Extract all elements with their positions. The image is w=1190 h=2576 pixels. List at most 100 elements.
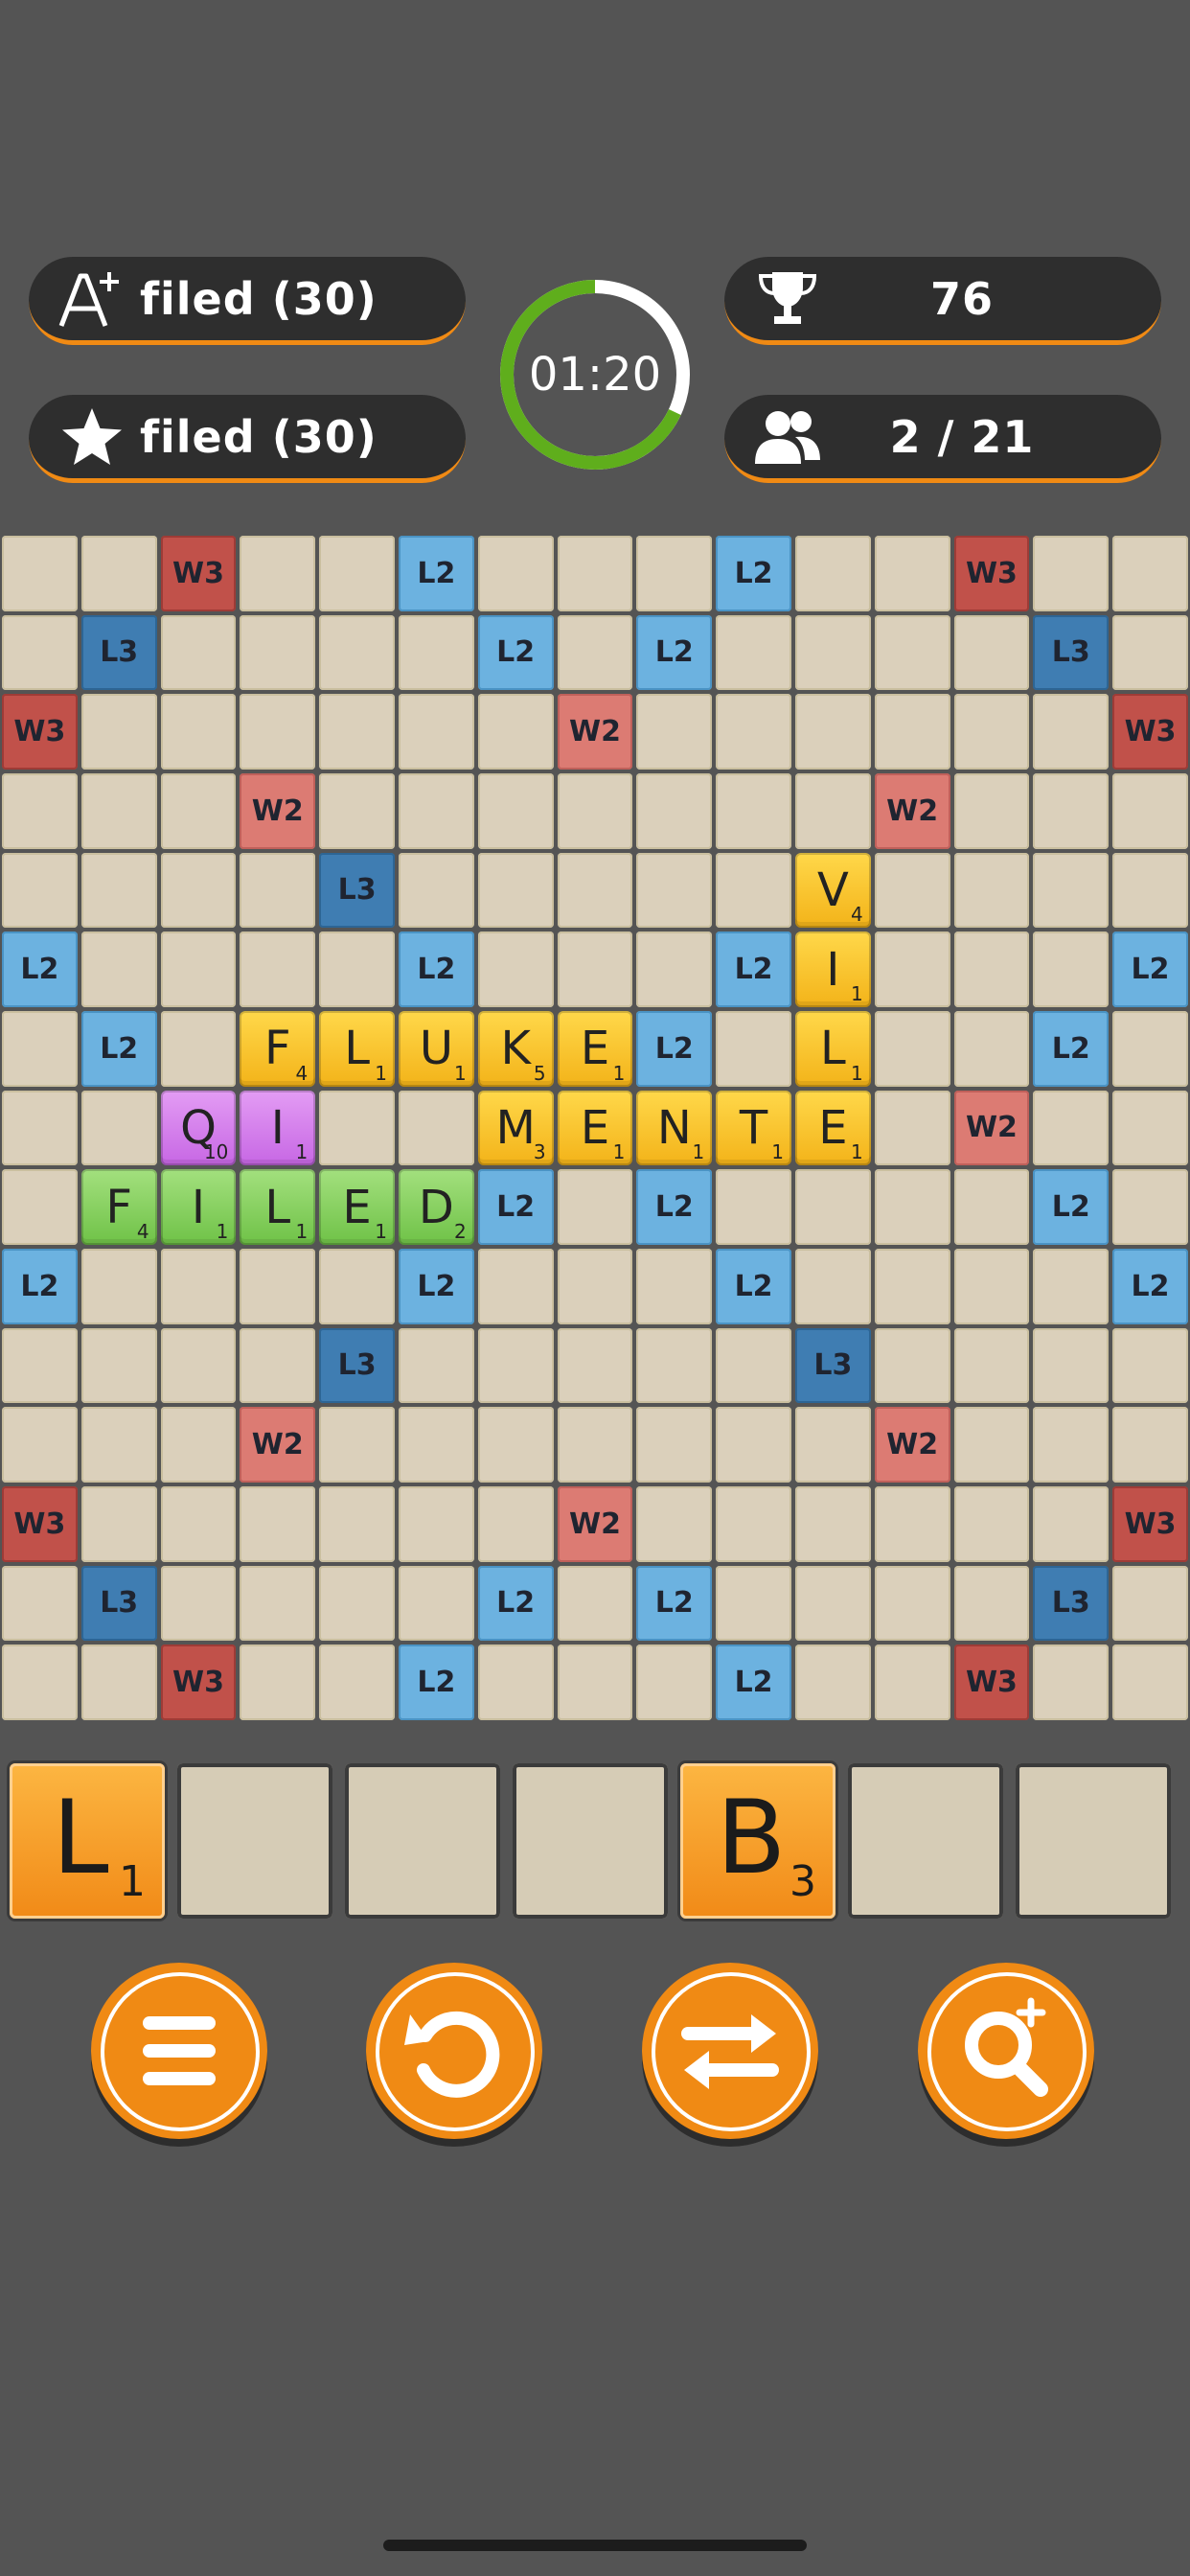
board-square[interactable]: [160, 772, 237, 849]
board-square[interactable]: [80, 1248, 157, 1324]
board-square[interactable]: [398, 1327, 474, 1404]
premium-square-w3[interactable]: W3: [160, 1644, 237, 1720]
board-square[interactable]: [2, 1090, 78, 1166]
premium-square-l2[interactable]: L2: [2, 1248, 78, 1324]
board-square[interactable]: [477, 772, 554, 849]
board-square[interactable]: [1033, 694, 1110, 770]
board-tile-l[interactable]: L1: [319, 1010, 395, 1087]
board-square[interactable]: [794, 1407, 871, 1483]
rack-slot-empty[interactable]: [1016, 1763, 1171, 1919]
premium-square-l3[interactable]: L3: [794, 1327, 871, 1404]
premium-square-l3[interactable]: L3: [1033, 614, 1110, 691]
premium-square-l2[interactable]: L2: [1033, 1169, 1110, 1245]
board-square[interactable]: [794, 536, 871, 611]
premium-square-l3[interactable]: L3: [1033, 1565, 1110, 1642]
board-tile-q[interactable]: Q 10: [160, 1090, 237, 1166]
board-square[interactable]: [874, 1327, 950, 1404]
board-square[interactable]: [1112, 1090, 1188, 1166]
board-square[interactable]: [2, 1644, 78, 1720]
board-tile-i[interactable]: I1: [240, 1090, 316, 1166]
board-square[interactable]: [1112, 1407, 1188, 1483]
board-square[interactable]: [477, 1327, 554, 1404]
premium-square-l2[interactable]: L2: [636, 614, 713, 691]
premium-square-w3[interactable]: W3: [160, 536, 237, 611]
board-tile-k[interactable]: K5: [477, 1010, 554, 1087]
board-square[interactable]: [874, 1090, 950, 1166]
premium-square-w2[interactable]: W2: [874, 1407, 950, 1483]
board-square[interactable]: [716, 1565, 791, 1642]
board-square[interactable]: [1033, 772, 1110, 849]
premium-square-w3[interactable]: W3: [2, 1485, 78, 1562]
board-square[interactable]: [557, 1644, 633, 1720]
rack-slot-empty[interactable]: [513, 1763, 668, 1919]
board-square[interactable]: [2, 1407, 78, 1483]
board-square[interactable]: [240, 536, 316, 611]
swap-button[interactable]: [642, 1963, 818, 2139]
board-square[interactable]: [319, 1485, 395, 1562]
board-square[interactable]: [240, 1248, 316, 1324]
board-square[interactable]: [477, 852, 554, 929]
premium-square-l2[interactable]: L2: [477, 614, 554, 691]
board-square[interactable]: [2, 1169, 78, 1245]
board-square[interactable]: [80, 772, 157, 849]
premium-square-l3[interactable]: L3: [319, 852, 395, 929]
premium-square-l2[interactable]: L2: [2, 932, 78, 1007]
board-square[interactable]: [477, 694, 554, 770]
rack-slot-empty[interactable]: [177, 1763, 332, 1919]
board-square[interactable]: [1112, 772, 1188, 849]
board-square[interactable]: [1112, 1169, 1188, 1245]
board-square[interactable]: [953, 1565, 1030, 1642]
board-square[interactable]: [319, 1248, 395, 1324]
board-square[interactable]: [716, 852, 791, 929]
board-tile-e[interactable]: E1: [319, 1169, 395, 1245]
premium-square-w3[interactable]: W3: [2, 694, 78, 770]
board-square[interactable]: [80, 1327, 157, 1404]
board-square[interactable]: [2, 536, 78, 611]
board-square[interactable]: [874, 614, 950, 691]
board-square[interactable]: [398, 614, 474, 691]
board-square[interactable]: [794, 1644, 871, 1720]
board-square[interactable]: [160, 1565, 237, 1642]
premium-square-w3[interactable]: W3: [1112, 694, 1188, 770]
board-square[interactable]: [716, 614, 791, 691]
premium-square-w2[interactable]: W2: [240, 1407, 316, 1483]
board-square[interactable]: [874, 1565, 950, 1642]
board-square[interactable]: [2, 852, 78, 929]
board-square[interactable]: [636, 1407, 713, 1483]
board-square[interactable]: [160, 932, 237, 1007]
board-square[interactable]: [874, 694, 950, 770]
board-square[interactable]: [716, 772, 791, 849]
premium-square-l2[interactable]: L2: [1112, 932, 1188, 1007]
premium-square-l2[interactable]: L2: [716, 1644, 791, 1720]
board-square[interactable]: [874, 932, 950, 1007]
board-square[interactable]: [80, 852, 157, 929]
board-square[interactable]: [953, 614, 1030, 691]
board-square[interactable]: [636, 1248, 713, 1324]
board-square[interactable]: [160, 1485, 237, 1562]
board-square[interactable]: [1033, 1485, 1110, 1562]
board-square[interactable]: [319, 1565, 395, 1642]
board-square[interactable]: [80, 1090, 157, 1166]
board-square[interactable]: [636, 932, 713, 1007]
premium-square-l2[interactable]: L2: [636, 1010, 713, 1087]
board-square[interactable]: [319, 1407, 395, 1483]
board-square[interactable]: [160, 1327, 237, 1404]
rack-tile-l[interactable]: L1: [10, 1763, 165, 1919]
board-square[interactable]: [398, 772, 474, 849]
board-square[interactable]: [1112, 852, 1188, 929]
board-square[interactable]: [794, 1248, 871, 1324]
board-tile-m[interactable]: M3: [477, 1090, 554, 1166]
board-square[interactable]: [874, 1485, 950, 1562]
premium-square-l3[interactable]: L3: [80, 1565, 157, 1642]
board-square[interactable]: [160, 694, 237, 770]
board-square[interactable]: [319, 772, 395, 849]
board-square[interactable]: [636, 1644, 713, 1720]
board-square[interactable]: [953, 1169, 1030, 1245]
premium-square-l2[interactable]: L2: [716, 932, 791, 1007]
letter-rack[interactable]: L1 B3: [10, 1763, 1180, 1919]
board-square[interactable]: [160, 1407, 237, 1483]
board-square[interactable]: [80, 694, 157, 770]
board-square[interactable]: [557, 1565, 633, 1642]
board-square[interactable]: [477, 932, 554, 1007]
board-square[interactable]: [2, 1565, 78, 1642]
